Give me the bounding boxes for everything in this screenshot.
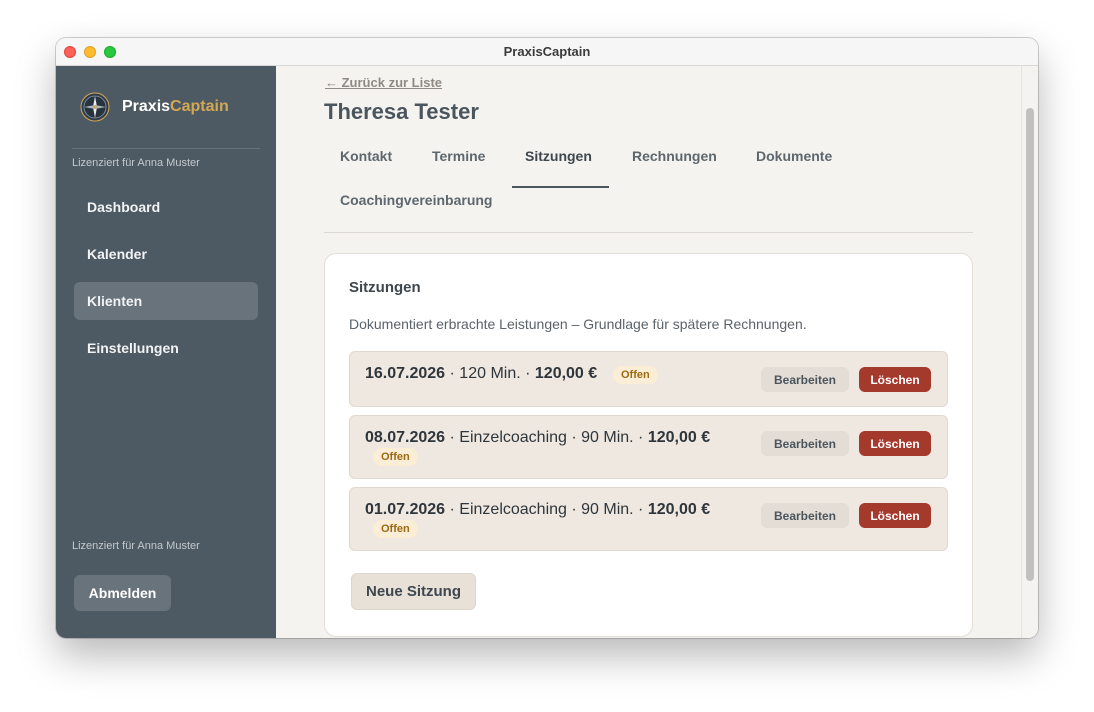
session-summary: 01.07.2026 · Einzelcoaching · 90 Min. · … [365, 501, 710, 519]
session-details: · Einzelcoaching · 90 Min. · [445, 429, 648, 446]
sidebar-item-kalender[interactable]: Kalender [74, 235, 258, 273]
sidebar-nav: Dashboard Kalender Klienten Einstellunge… [74, 188, 258, 376]
minimize-window-button[interactable] [84, 46, 96, 58]
session-date: 08.07.2026 [365, 429, 446, 446]
session-amount: 120,00 € [534, 365, 598, 382]
session-amount: 120,00 € [647, 501, 711, 518]
session-row: 01.07.2026 · Einzelcoaching · 90 Min. · … [349, 487, 948, 551]
main-content: ← Zurück zur Liste Theresa Tester Kontak… [276, 66, 1038, 638]
window-controls [64, 46, 116, 58]
sessions-card: Sitzungen Dokumentiert erbrachte Leistun… [324, 253, 973, 637]
session-summary: 08.07.2026 · Einzelcoaching · 90 Min. · … [365, 429, 710, 447]
tab-dokumente[interactable]: Dokumente [756, 148, 832, 164]
sidebar: PraxisCaptain Lizenziert für Anna Muster… [56, 66, 276, 638]
license-text-bottom: Lizenziert für Anna Muster [72, 540, 200, 552]
status-badge: Offen [373, 448, 418, 466]
session-details: · Einzelcoaching · 90 Min. · [445, 501, 648, 518]
session-date: 01.07.2026 [365, 501, 446, 518]
title-bar: PraxisCaptain [56, 38, 1038, 66]
edit-session-button[interactable]: Bearbeiten [761, 367, 849, 392]
vertical-scrollbar[interactable] [1021, 66, 1038, 638]
delete-session-button[interactable]: Löschen [859, 367, 931, 392]
tab-kontakt[interactable]: Kontakt [340, 148, 392, 164]
tab-bar: Kontakt Termine Sitzungen Rechnungen Dok… [324, 148, 973, 233]
card-description: Dokumentiert erbrachte Leistungen – Grun… [349, 316, 807, 332]
window-title: PraxisCaptain [503, 44, 591, 59]
delete-session-button[interactable]: Löschen [859, 503, 931, 528]
brand-name: PraxisCaptain [122, 98, 229, 116]
sidebar-item-einstellungen[interactable]: Einstellungen [74, 329, 258, 367]
tab-rechnungen[interactable]: Rechnungen [632, 148, 717, 164]
sidebar-item-dashboard[interactable]: Dashboard [74, 188, 258, 226]
page-title: Theresa Tester [324, 99, 479, 124]
back-to-list-link[interactable]: ← Zurück zur Liste [325, 75, 442, 90]
card-title: Sitzungen [349, 279, 421, 296]
edit-session-button[interactable]: Bearbeiten [761, 503, 849, 528]
license-text-top: Lizenziert für Anna Muster [72, 157, 200, 169]
status-badge: Offen [613, 366, 658, 384]
session-row: 08.07.2026 · Einzelcoaching · 90 Min. · … [349, 415, 948, 479]
brand: PraxisCaptain [80, 92, 229, 122]
brand-name-part1: Praxis [122, 98, 171, 115]
logout-button[interactable]: Abmelden [74, 575, 171, 611]
tab-sitzungen[interactable]: Sitzungen [525, 148, 592, 164]
edit-session-button[interactable]: Bearbeiten [761, 431, 849, 456]
status-badge: Offen [373, 520, 418, 538]
sidebar-item-klienten[interactable]: Klienten [74, 282, 258, 320]
session-details: · 120 Min. · [445, 365, 535, 382]
scrollbar-thumb[interactable] [1026, 108, 1034, 581]
session-date: 16.07.2026 [365, 365, 446, 382]
brand-name-part2: Captain [170, 98, 229, 115]
compass-logo-icon [80, 92, 110, 122]
maximize-window-button[interactable] [104, 46, 116, 58]
close-window-button[interactable] [64, 46, 76, 58]
new-session-button[interactable]: Neue Sitzung [351, 573, 476, 610]
session-amount: 120,00 € [647, 429, 711, 446]
session-summary: 16.07.2026 · 120 Min. · 120,00 € [365, 365, 597, 383]
active-tab-indicator [512, 186, 609, 188]
tab-termine[interactable]: Termine [432, 148, 485, 164]
delete-session-button[interactable]: Löschen [859, 431, 931, 456]
tab-coachingvereinbarung[interactable]: Coachingvereinbarung [340, 192, 492, 208]
app-window: PraxisCaptain PraxisCaptain Lizenziert f… [56, 38, 1038, 638]
sidebar-divider [72, 148, 260, 149]
session-row: 16.07.2026 · 120 Min. · 120,00 € Offen B… [349, 351, 948, 407]
